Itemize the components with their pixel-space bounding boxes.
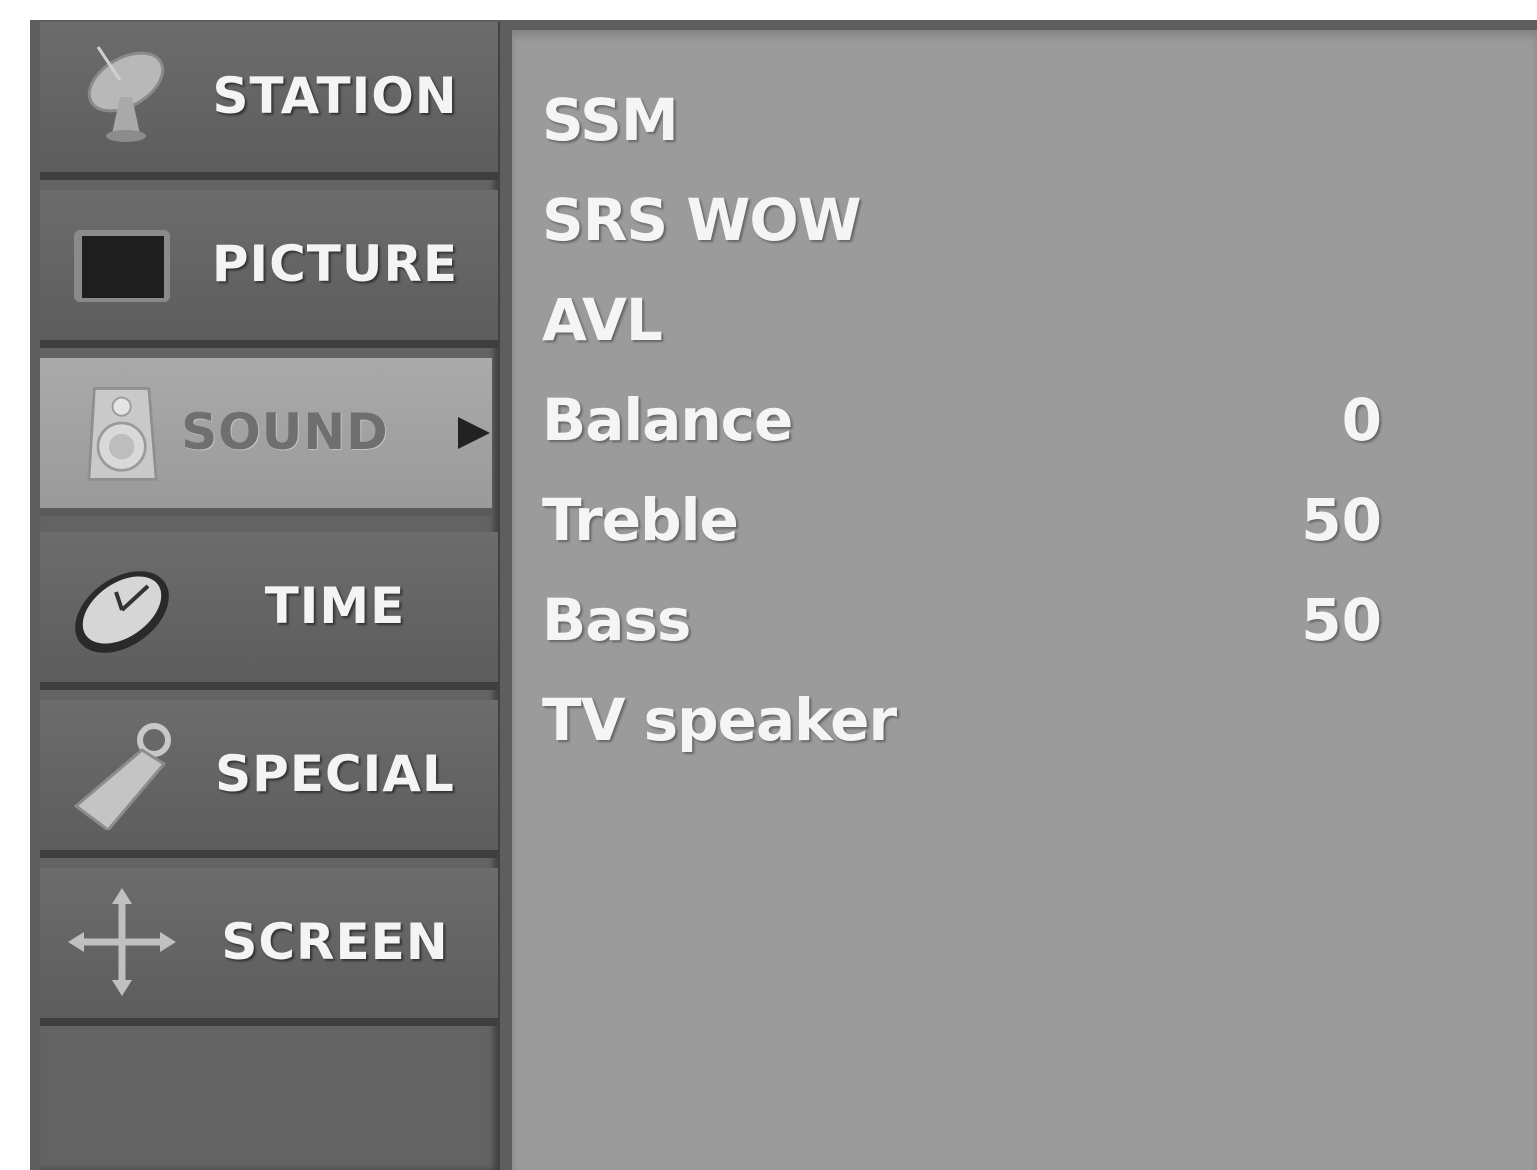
option-value: 50 (1301, 486, 1382, 554)
sound-options-panel: SSM SRS WOW AVL Balance 0 Treble 50 Bass… (512, 30, 1537, 1170)
clock-icon (75, 571, 169, 653)
option-label: Treble (542, 486, 739, 554)
menu-item-time[interactable]: TIME (40, 532, 498, 690)
option-bass[interactable]: Bass 50 (542, 570, 1382, 670)
menu-item-sound[interactable]: SOUND (40, 358, 492, 516)
option-balance[interactable]: Balance 0 (542, 370, 1382, 470)
menu-item-label: SPECIAL (215, 744, 455, 803)
submenu-arrow-icon (458, 417, 490, 449)
satellite-dish-icon (87, 46, 165, 142)
option-ssm[interactable]: SSM (542, 70, 1382, 170)
option-tv-speaker[interactable]: TV speaker (542, 670, 1382, 770)
menu-item-label: SOUND (181, 402, 389, 461)
menu-item-label: PICTURE (211, 234, 459, 293)
menu-item-screen[interactable]: SCREEN (40, 868, 498, 1026)
option-treble[interactable]: Treble 50 (542, 470, 1382, 570)
option-label: Balance (542, 386, 793, 454)
menu-item-station[interactable]: STATION (40, 22, 498, 180)
main-menu-sidebar: STATION PICTURE SOUND TIME SPECIAL SCREE… (40, 22, 500, 1170)
menu-item-label: STATION (212, 66, 458, 125)
option-label: SRS WOW (542, 186, 862, 254)
menu-item-label: SCREEN (221, 912, 449, 971)
option-value: 0 (1341, 386, 1382, 454)
option-label: SSM (542, 86, 679, 154)
menu-item-special[interactable]: SPECIAL (40, 700, 498, 858)
option-label: TV speaker (542, 686, 897, 754)
option-srs-wow[interactable]: SRS WOW (542, 170, 1382, 270)
menu-item-label: TIME (264, 576, 406, 635)
speaker-icon (87, 387, 158, 481)
option-value: 50 (1301, 586, 1382, 654)
screen-icon (74, 230, 170, 302)
option-label: AVL (542, 286, 663, 354)
move-arrows-icon (68, 888, 176, 996)
menu-item-picture[interactable]: PICTURE (40, 190, 498, 348)
option-label: Bass (542, 586, 691, 654)
key-tag-icon (73, 723, 171, 830)
option-avl[interactable]: AVL (542, 270, 1382, 370)
